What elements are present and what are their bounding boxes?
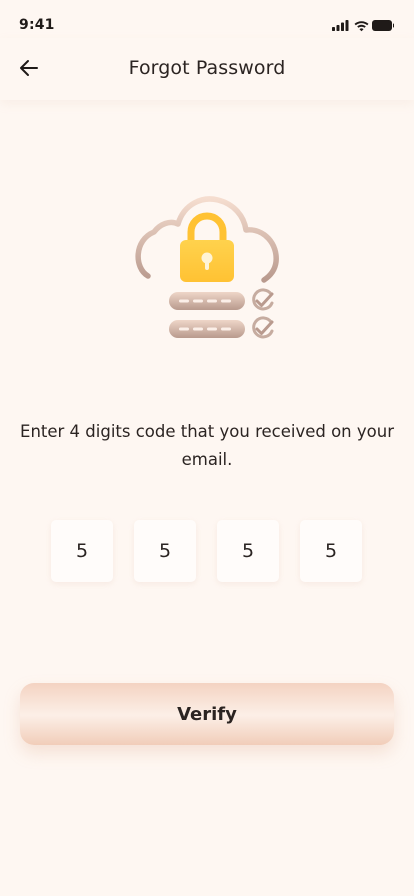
battery-icon [372, 20, 395, 31]
otp-digit-field[interactable]: 5 [51, 520, 113, 582]
status-icons [332, 17, 395, 32]
header: Forgot Password [0, 38, 414, 100]
password-bar-icon [169, 320, 245, 338]
otp-digit-field[interactable]: 5 [134, 520, 196, 582]
otp-digit-field[interactable]: 5 [300, 520, 362, 582]
password-bar-icon [169, 292, 245, 310]
status-time: 9:41 [19, 17, 55, 33]
wifi-icon [354, 21, 369, 32]
otp-input-group: 5 5 5 5 [51, 520, 363, 582]
page-title: Forgot Password [128, 57, 286, 79]
verify-button[interactable]: Verify [20, 683, 394, 745]
otp-digit-field[interactable]: 5 [217, 520, 279, 582]
check-circle-icon [252, 288, 274, 311]
lock-icon [180, 212, 234, 282]
cloud-lock-illustration [132, 190, 282, 348]
instructions-text: Enter 4 digits code that you received on… [20, 422, 394, 469]
cellular-signal-icon [332, 20, 349, 31]
check-circle-icon [252, 316, 274, 339]
